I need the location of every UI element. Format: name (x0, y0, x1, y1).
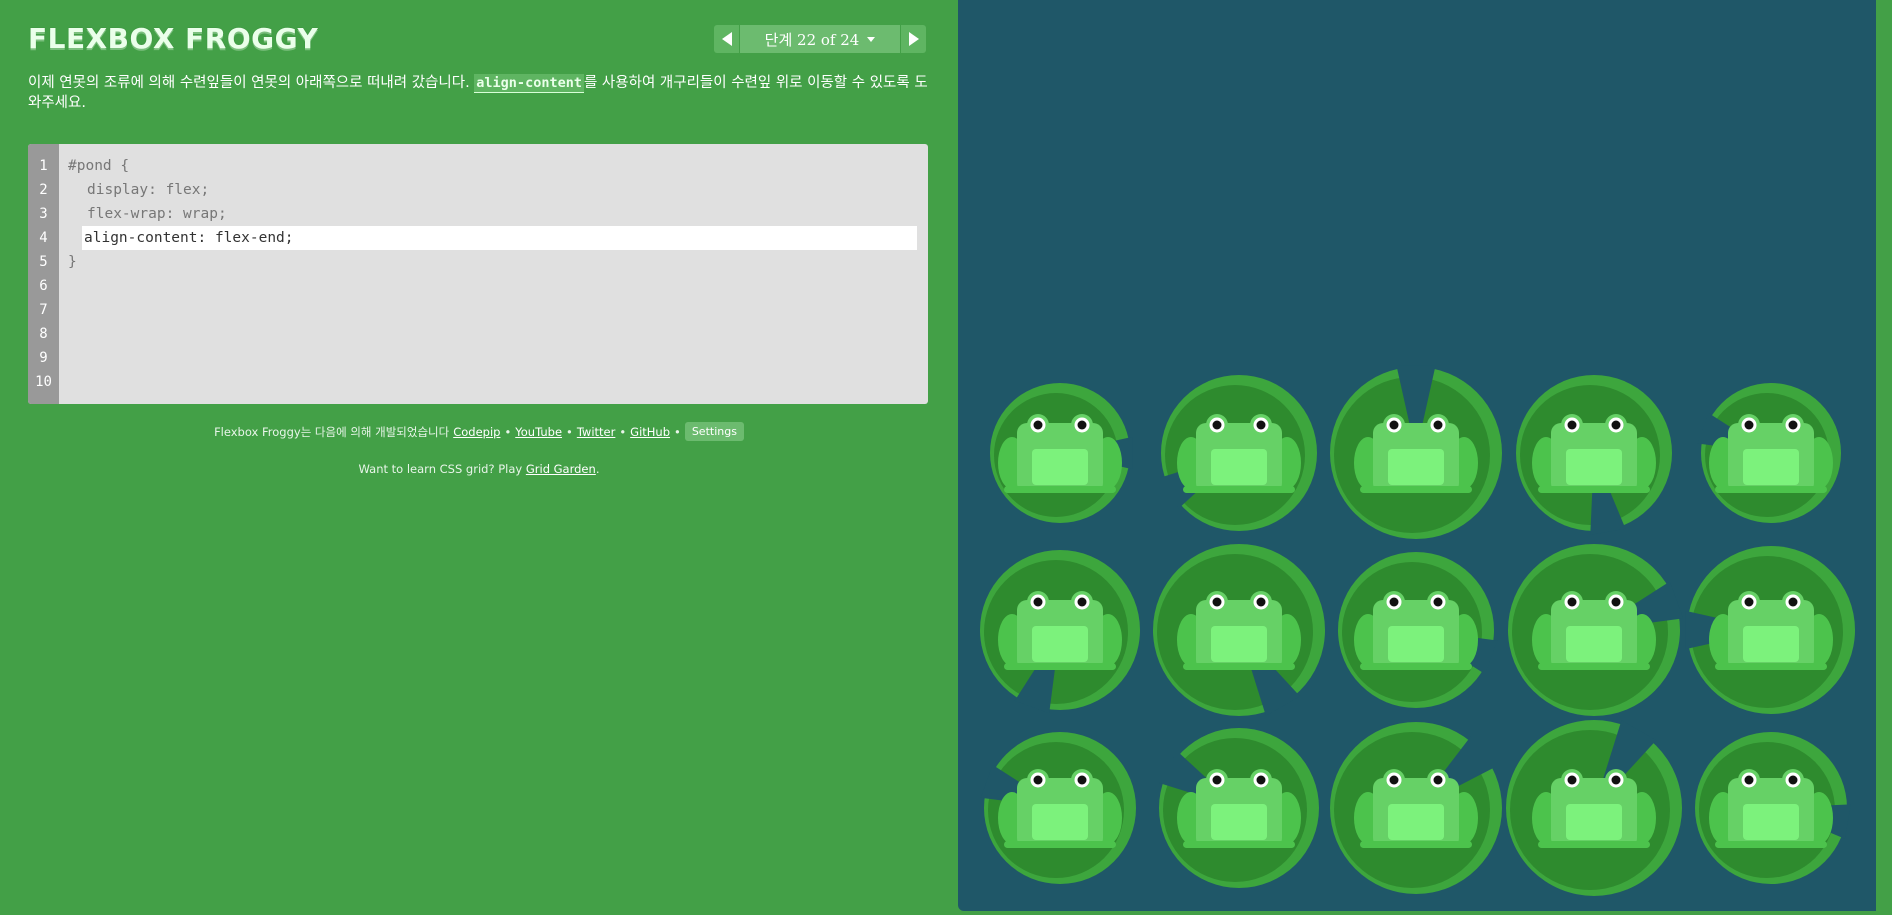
code-line-display: display: flex; (87, 182, 210, 198)
line-number: 1 (39, 158, 48, 174)
app-title: FLEXBOX FROGGY (28, 22, 319, 55)
twitter-link[interactable]: Twitter (577, 425, 616, 439)
grid-garden-promo: Want to learn CSS grid? Play Grid Garden… (0, 462, 958, 476)
level-instructions: 이제 연못의 조류에 의해 수련잎들이 연못의 아래쪽으로 떠내려 갔습니다. … (28, 73, 930, 113)
line-number: 5 (39, 254, 48, 270)
css-editor: 1 2 3 4 5 6 7 8 9 10 #pond { display: fl… (28, 144, 928, 404)
line-number: 7 (39, 302, 48, 318)
css-answer-input[interactable] (82, 226, 917, 250)
credits: Flexbox Froggy는 다음에 의해 개발되었습니다 Codepip •… (0, 422, 958, 441)
code-area: #pond { display: flex; flex-wrap: wrap; … (68, 154, 918, 274)
previous-level-button[interactable] (714, 25, 740, 53)
grid-promo-text: Want to learn CSS grid? Play (358, 462, 526, 476)
sidebar: FLEXBOX FROGGY 단계 22 of 24 이제 연못의 조류에 의해… (0, 0, 958, 911)
line-number: 9 (39, 350, 48, 366)
separator: • (504, 424, 512, 439)
credits-text: Flexbox Froggy는 다음에 의해 개발되었습니다 (214, 424, 450, 439)
code-input-row (68, 226, 918, 250)
triangle-right-icon (908, 32, 919, 46)
pond-canvas (980, 365, 1855, 896)
code-line-selector: #pond { (68, 158, 130, 174)
level-navigation: 단계 22 of 24 (714, 25, 926, 53)
grid-promo-end: . (595, 462, 600, 476)
line-number: 8 (39, 326, 48, 342)
separator: • (619, 424, 627, 439)
line-number-gutter: 1 2 3 4 5 6 7 8 9 10 (28, 144, 59, 404)
line-number: 6 (39, 278, 48, 294)
code-line-closing-brace: } (68, 254, 77, 270)
separator: • (674, 424, 681, 439)
triangle-left-icon (721, 32, 732, 46)
caret-down-icon (867, 36, 876, 42)
instructions-code-term: align-content (474, 74, 584, 93)
instructions-text-before: 이제 연못의 조류에 의해 수련잎들이 연못의 아래쪽으로 떠내려 갔습니다. (28, 75, 475, 91)
github-link[interactable]: GitHub (630, 425, 670, 439)
code-line-flex-wrap: flex-wrap: wrap; (87, 206, 227, 222)
grid-garden-link[interactable]: Grid Garden (526, 462, 596, 476)
separator: • (566, 424, 573, 439)
youtube-link[interactable]: YouTube (515, 425, 562, 439)
line-number: 10 (35, 374, 52, 390)
level-indicator-dropdown[interactable]: 단계 22 of 24 (740, 25, 900, 53)
settings-button[interactable]: Settings (684, 422, 744, 441)
next-level-button[interactable] (900, 25, 926, 53)
line-number: 3 (39, 206, 48, 222)
pond (958, 0, 1876, 911)
line-number: 2 (39, 182, 48, 198)
codepip-link[interactable]: Codepip (453, 425, 500, 439)
line-number: 4 (39, 230, 48, 246)
pond-edge (1876, 0, 1892, 911)
level-indicator-label: 단계 22 of 24 (764, 30, 860, 49)
